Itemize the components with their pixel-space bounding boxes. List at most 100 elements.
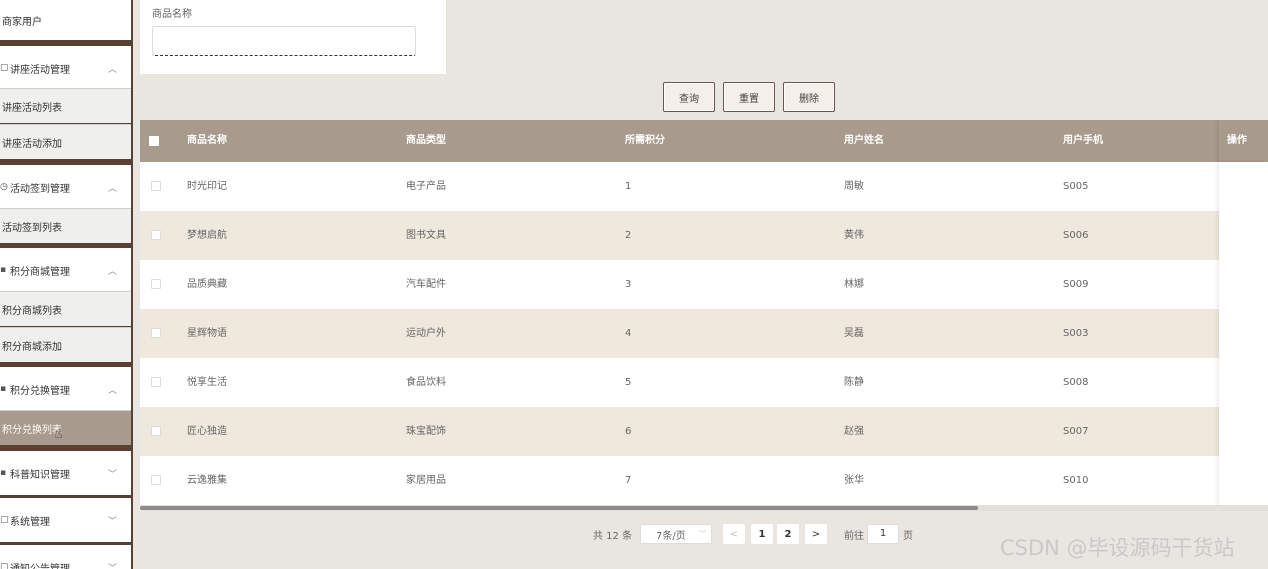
sidebar-group-lecture[interactable]: ▢ 讲座活动管理 ︿ (0, 46, 131, 90)
page-size-select[interactable]: 7条/页 ﹀ (640, 524, 712, 544)
sidebar-item-mall-list[interactable]: 积分商城列表 (0, 291, 131, 326)
sidebar-group-exchange[interactable]: ▪ 积分兑换管理 ︿ (0, 367, 131, 411)
actions-column (1219, 162, 1268, 506)
sidebar-group-science[interactable]: ▪ 科普知识管理 ﹀ (0, 451, 131, 495)
cell-name: 云逸雅集 (187, 475, 227, 486)
row-checkbox[interactable] (151, 279, 161, 289)
sidebar-item-label: 讲座活动添加 (2, 138, 62, 150)
table-row[interactable]: 云逸雅集 家居用品 7 张华 S010 (140, 456, 1268, 505)
table-row[interactable]: 悦享生活 食品饮料 5 陈静 S008 (140, 358, 1268, 407)
column-header-phone: 用户手机 (1063, 135, 1103, 146)
sidebar-group-label: 通知公告管理 (10, 563, 70, 569)
sidebar-item-exchange-list[interactable]: 积分兑换列表 (0, 410, 131, 445)
cell-user: 吴磊 (844, 328, 864, 339)
column-header-points: 所需积分 (625, 135, 665, 146)
sidebar-group-system[interactable]: ▢ 系统管理 ﹀ (0, 498, 131, 542)
exchange-icon: ▪ (0, 384, 7, 394)
row-checkbox[interactable] (151, 475, 161, 485)
page-1-button[interactable]: 1 (751, 524, 773, 544)
cell-phone: S005 (1063, 181, 1089, 192)
watermark: CSDN @毕设源码干货站 (1000, 536, 1235, 560)
row-checkbox[interactable] (151, 230, 161, 240)
table-row[interactable]: 梦想启航 图书文具 2 黄伟 S006 (140, 211, 1268, 260)
delete-button[interactable]: 删除 (783, 82, 835, 112)
cell-name: 梦想启航 (187, 230, 227, 241)
sidebar-group-notice[interactable]: ▢ 通知公告管理 ﹀ (0, 545, 131, 569)
data-table: 商品名称 商品类型 所需积分 用户姓名 用户手机 操作 时光印记 电子产品 1 … (140, 120, 1268, 506)
goto-label: 前往 (844, 530, 864, 542)
column-header-type: 商品类型 (406, 135, 446, 146)
sidebar-group-label: 积分兑换管理 (10, 385, 70, 397)
row-checkbox[interactable] (151, 377, 161, 387)
row-checkbox[interactable] (151, 328, 161, 338)
query-button[interactable]: 查询 (663, 82, 715, 112)
sidebar-item-label: 积分商城列表 (2, 305, 62, 317)
sidebar-item-checkin-list[interactable]: 活动签到列表 (0, 208, 131, 243)
column-header-actions-cell: 操作 (1219, 120, 1268, 162)
cell-type: 图书文具 (406, 230, 446, 241)
search-card: 商品名称 (140, 0, 446, 74)
book-icon: ▪ (0, 468, 7, 478)
sidebar-group-mall[interactable]: ▪ 积分商城管理 ︿ (0, 248, 131, 292)
sidebar-group-label: 讲座活动管理 (10, 64, 70, 76)
calendar-icon: ▢ (0, 63, 8, 73)
table-header: 商品名称 商品类型 所需积分 用户姓名 用户手机 (140, 120, 1268, 162)
cell-type: 汽车配件 (406, 279, 446, 290)
cell-phone: S009 (1063, 279, 1089, 290)
sidebar-group-label: 积分商城管理 (10, 266, 70, 278)
row-checkbox[interactable] (151, 426, 161, 436)
horizontal-scrollbar-thumb[interactable] (140, 506, 978, 510)
page-unit-label: 页 (903, 530, 913, 542)
cell-phone: S006 (1063, 230, 1089, 241)
sidebar-group-label: 科普知识管理 (10, 469, 70, 481)
column-header-name: 商品名称 (187, 135, 227, 146)
search-input[interactable] (152, 26, 416, 56)
cell-name: 时光印记 (187, 181, 227, 192)
chevron-down-icon: ﹀ (107, 563, 117, 569)
cell-points: 7 (625, 475, 632, 486)
cell-user: 周敏 (844, 181, 864, 192)
reset-button[interactable]: 重置 (723, 82, 775, 112)
prev-page-button[interactable]: < (723, 524, 745, 544)
cell-name: 星辉物语 (187, 328, 227, 339)
goto-page-input[interactable]: 1 (867, 524, 899, 544)
page-2-button[interactable]: 2 (777, 524, 799, 544)
cell-user: 黄伟 (844, 230, 864, 241)
cell-phone: S010 (1063, 475, 1089, 486)
pagination-total: 共 12 条 (593, 530, 633, 542)
cell-phone: S008 (1063, 377, 1089, 388)
sidebar-item-mall-add[interactable]: 积分商城添加 (0, 327, 131, 362)
table-row[interactable]: 品质典藏 汽车配件 3 林娜 S009 (140, 260, 1268, 309)
sidebar-item-lecture-list[interactable]: 讲座活动列表 (0, 88, 131, 123)
cell-user: 张华 (844, 475, 864, 486)
cell-points: 4 (625, 328, 632, 339)
page-size-value: 7条/页 (656, 530, 686, 542)
sidebar-group-checkin[interactable]: ◷ 活动签到管理 ︿ (0, 165, 131, 209)
gift-icon: ▪ (0, 265, 7, 275)
cell-phone: S003 (1063, 328, 1089, 339)
settings-icon: ▢ (0, 515, 8, 525)
sidebar-item-label: 积分兑换列表 (2, 424, 62, 436)
sidebar-item-label: 商家用户 (2, 16, 42, 28)
sidebar-item-label: 积分商城添加 (2, 341, 62, 353)
cell-name: 品质典藏 (187, 279, 227, 290)
cell-type: 食品饮料 (406, 377, 446, 388)
next-page-button[interactable]: > (805, 524, 827, 544)
sidebar-item-lecture-add[interactable]: 讲座活动添加 (0, 124, 131, 159)
row-checkbox[interactable] (151, 181, 161, 191)
cell-user: 林娜 (844, 279, 864, 290)
cell-points: 3 (625, 279, 632, 290)
sidebar-item-merchant-users[interactable]: 商家用户 (0, 0, 131, 40)
table-row[interactable]: 时光印记 电子产品 1 周敏 S005 (140, 162, 1268, 211)
chevron-down-icon: ﹀ (699, 530, 706, 538)
table-row[interactable]: 星辉物语 运动户外 4 吴磊 S003 (140, 309, 1268, 358)
sidebar-group-label: 系统管理 (10, 516, 50, 528)
table-row[interactable]: 匠心独造 珠宝配饰 6 赵强 S007 (140, 407, 1268, 456)
cell-points: 6 (625, 426, 632, 437)
cell-points: 2 (625, 230, 632, 241)
select-all-checkbox[interactable] (149, 136, 159, 146)
cell-points: 1 (625, 181, 632, 192)
hand-pointer-icon: ☝ (54, 426, 63, 442)
cell-type: 家居用品 (406, 475, 446, 486)
bell-icon: ▢ (0, 562, 8, 569)
